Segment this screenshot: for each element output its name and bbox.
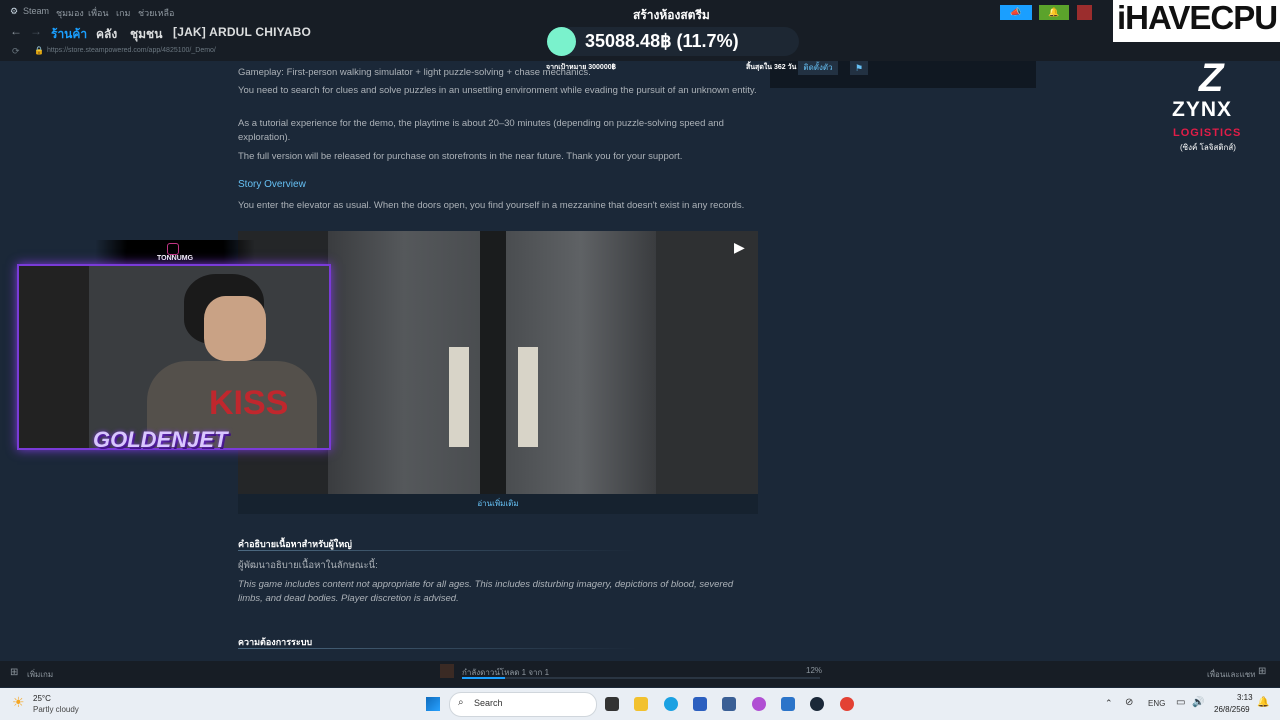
back-arrow-icon[interactable]: ←: [10, 24, 22, 38]
app-icon[interactable]: [781, 697, 795, 711]
friends-chat-button[interactable]: เพื่อนและแชท: [1207, 668, 1256, 681]
menu-games[interactable]: เกม: [116, 6, 130, 20]
search-paragraph: You need to search for clues and solve p…: [238, 85, 757, 96]
play-icon[interactable]: ▶: [734, 239, 745, 256]
shirt-logo: KISS: [209, 384, 289, 422]
warning-sign-left: [449, 347, 469, 447]
read-more-link[interactable]: อ่านเพิ่มเติม: [238, 494, 758, 514]
story-heading: Story Overview: [238, 179, 306, 190]
mature-heading: คำอธิบายเนื้อหาสำหรับผู้ใหญ่: [238, 539, 352, 549]
lock-icon: 🔒: [34, 46, 44, 55]
windows-start-icon[interactable]: [426, 697, 440, 711]
donation-indicator: [547, 27, 576, 56]
tutorial-paragraph: As a tutorial experience for the demo, t…: [238, 118, 724, 143]
search-placeholder: Search: [474, 698, 503, 708]
menu-help[interactable]: ช่วยเหลือ: [138, 6, 174, 20]
chat-icon[interactable]: ⊞: [1258, 666, 1266, 677]
weather-desc[interactable]: Partly cloudy: [33, 705, 79, 714]
webcam-feed: KISS: [17, 264, 331, 450]
task-view-icon[interactable]: [605, 697, 619, 711]
download-thumbnail: [440, 664, 454, 678]
instagram-handle: TONNUMG: [157, 255, 194, 262]
weather-temp[interactable]: 25°C: [33, 694, 51, 703]
download-progress-track: [462, 677, 820, 679]
webcam-banner: GOLDENJET: [93, 427, 228, 452]
file-explorer-icon[interactable]: [634, 697, 648, 711]
store-icon[interactable]: [722, 697, 736, 711]
donation-goal: จากเป้าหมาย 300000฿: [546, 64, 616, 71]
elevator-panel: [656, 231, 758, 494]
flag-icon[interactable]: ⚑: [850, 61, 868, 75]
sponsor-name: ZYNX: [1172, 98, 1233, 121]
weather-icon[interactable]: ☀: [12, 694, 25, 711]
ihavecpu-logo: iHAVECPU: [1113, 0, 1280, 42]
network-icon[interactable]: ⊘: [1125, 697, 1133, 708]
url-text[interactable]: https://store.steampowered.com/app/48251…: [47, 47, 216, 54]
sponsor-sub: LOGISTICS: [1173, 127, 1242, 139]
avatar[interactable]: [1077, 5, 1092, 20]
elevator-door-gap: [480, 231, 506, 494]
add-game-icon[interactable]: ⊞: [10, 667, 18, 678]
webcam-wall: [19, 266, 89, 448]
refresh-icon[interactable]: ⟳: [12, 46, 20, 57]
steam-bottom-bar: ⊞ เพิ่มเกม กำลังดาวน์โหลด 1 จาก 1 12% เพ…: [0, 661, 1280, 687]
follow-button[interactable]: ติดตั้งตัว: [798, 61, 838, 75]
menu-friends[interactable]: เพื่อน: [88, 6, 109, 20]
mature-subheading: ผู้พัฒนาอธิบายเนื้อหาในลักษณะนี้:: [238, 560, 378, 571]
add-game-button[interactable]: เพิ่มเกม: [27, 668, 53, 681]
instagram-icon: [167, 243, 179, 255]
stream-title: สร้างห้องสตรีม: [633, 8, 710, 22]
nav-community[interactable]: ชุมชน: [130, 25, 162, 44]
clock-time[interactable]: 3:13: [1237, 693, 1253, 702]
download-percent: 12%: [806, 666, 823, 675]
taskbar-search[interactable]: [449, 692, 597, 717]
person-face: [204, 296, 266, 361]
notification-icon[interactable]: 🔔: [1257, 697, 1269, 708]
steam-taskbar-icon[interactable]: [810, 697, 824, 711]
bell-icon[interactable]: 🔔: [1039, 5, 1069, 20]
sponsor-thai: (ซิงค์ โลจิสติกส์): [1180, 143, 1236, 152]
app-icon[interactable]: [693, 697, 707, 711]
menu-view[interactable]: ชุมมอง: [56, 6, 84, 20]
full-version-paragraph: The full version will be released for pu…: [238, 151, 683, 162]
sysreq-heading: ความต้องการระบบ: [238, 637, 313, 647]
steam-logo-icon[interactable]: ⚙: [10, 6, 18, 17]
edge-icon[interactable]: [664, 697, 678, 711]
zynx-z-logo: Z: [1199, 56, 1224, 100]
warning-sign-right: [518, 347, 538, 447]
volume-icon[interactable]: 🔊: [1192, 697, 1204, 708]
chrome-icon[interactable]: [840, 697, 854, 711]
display-icon[interactable]: ▭: [1176, 697, 1185, 708]
gameplay-paragraph: Gameplay: First-person walking simulator…: [238, 67, 591, 78]
donation-amount: 35088.48฿ (11.7%): [585, 31, 739, 51]
divider: [238, 648, 638, 649]
copilot-icon[interactable]: [752, 697, 766, 711]
mature-description: This game includes content not appropria…: [238, 579, 734, 604]
tray-chevron-icon[interactable]: ⌃: [1105, 698, 1113, 709]
menu-steam[interactable]: Steam: [23, 6, 49, 16]
donation-ends: สิ้นสุดใน 362 วัน: [746, 64, 797, 71]
divider: [238, 550, 638, 551]
nav-library[interactable]: คลัง: [96, 25, 117, 44]
clock-date[interactable]: 26/8/2569: [1214, 705, 1250, 714]
page-title: [JAK] ARDUL CHIYABO: [173, 25, 312, 39]
logo-text: iHAVECPU: [1117, 0, 1278, 36]
language-indicator[interactable]: ENG: [1148, 699, 1165, 708]
megaphone-icon[interactable]: 📣: [1000, 5, 1032, 20]
forward-arrow-icon[interactable]: →: [30, 24, 42, 38]
search-icon: ⌕: [458, 697, 464, 708]
story-paragraph: You enter the elevator as usual. When th…: [238, 200, 745, 211]
download-progress-fill: [462, 677, 505, 679]
